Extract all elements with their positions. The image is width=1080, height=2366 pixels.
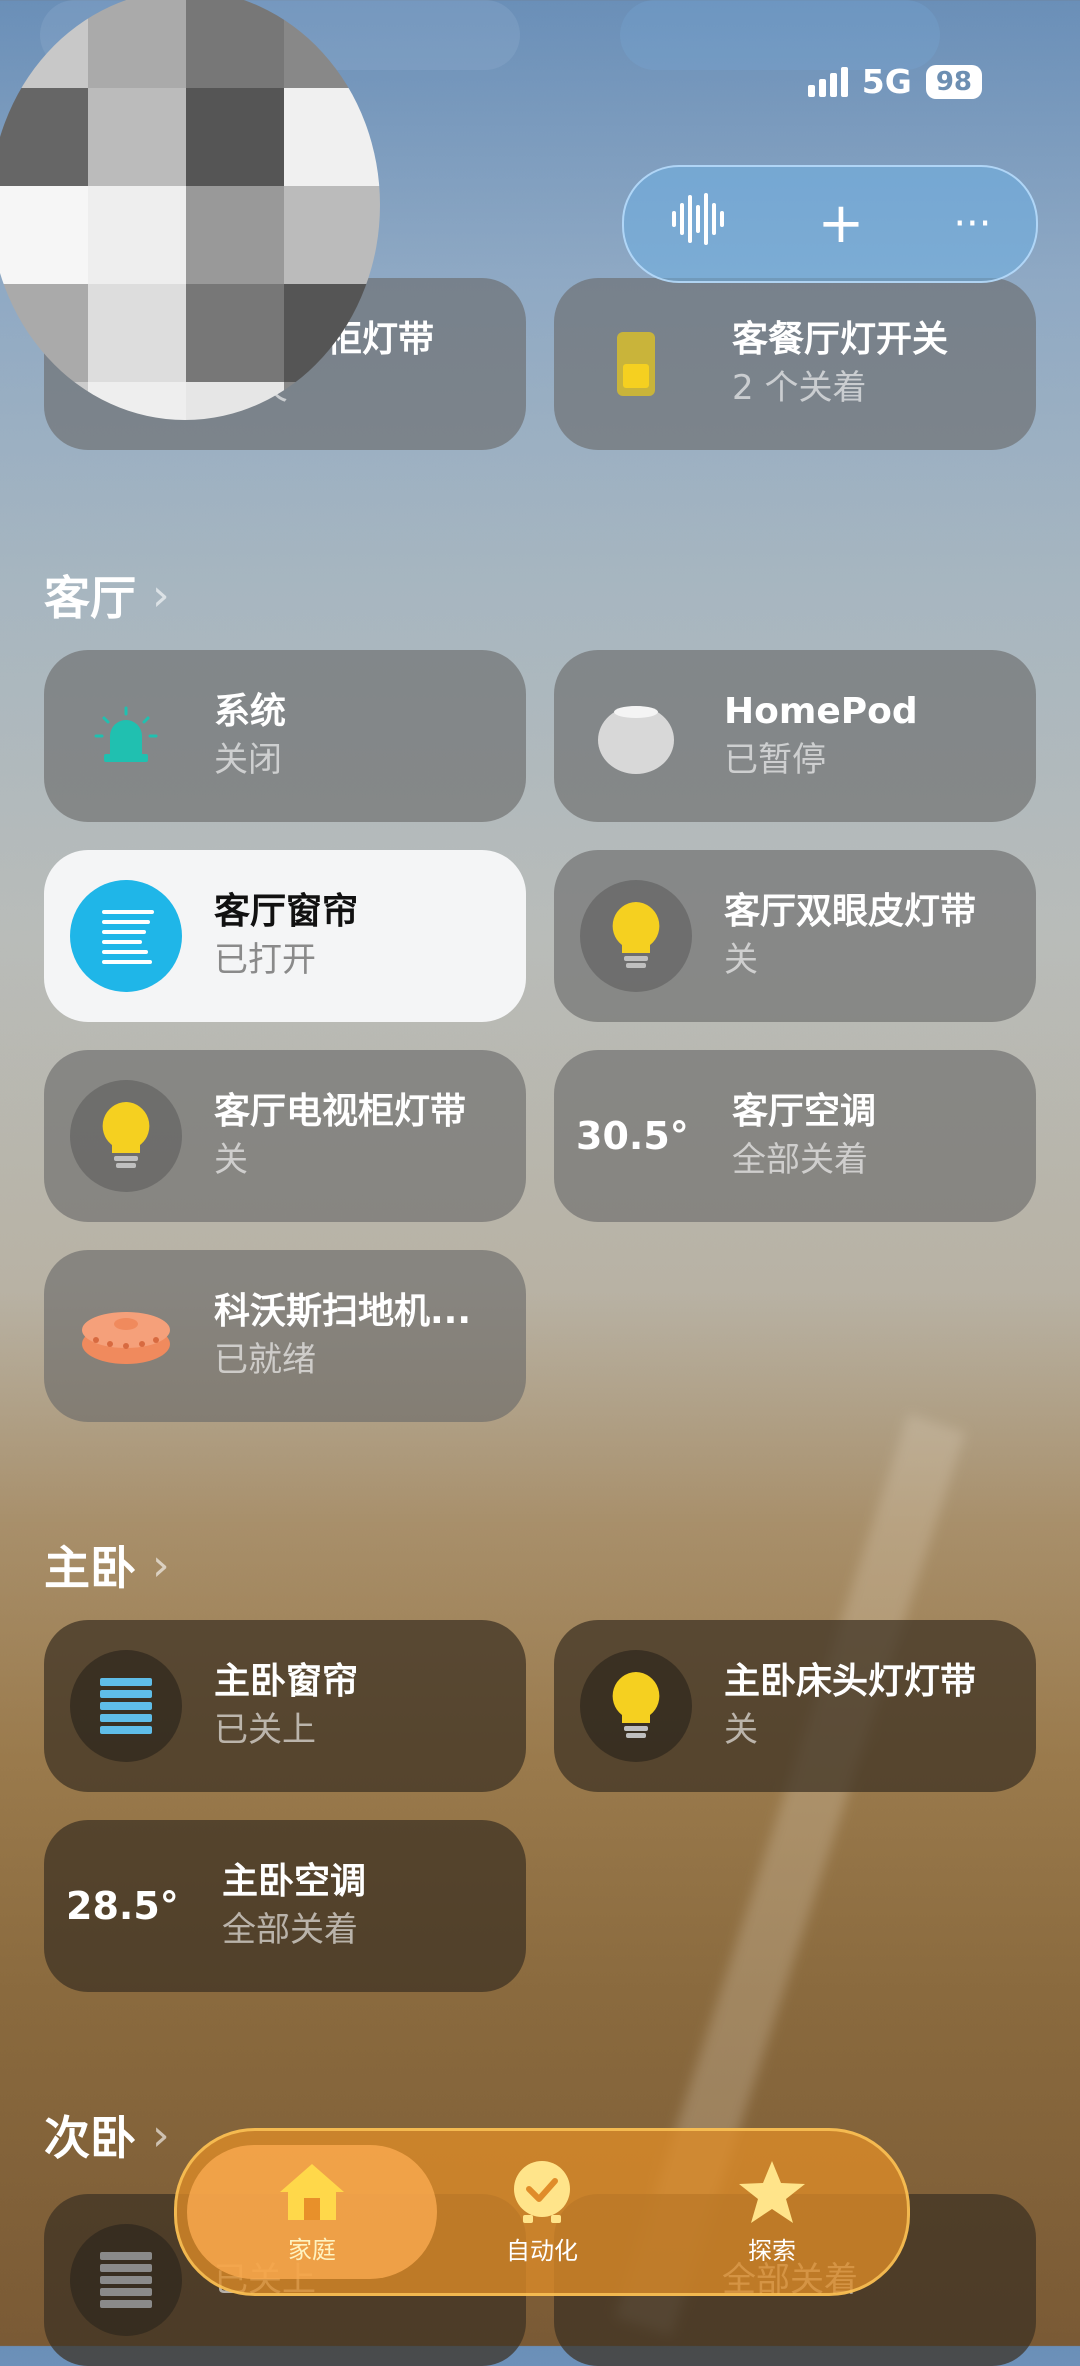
blinds-icon xyxy=(70,1650,182,1762)
section-master-bedroom[interactable]: 主卧 › xyxy=(44,1532,170,1598)
tile-master-bedside-strip[interactable]: 主卧床头灯灯带 关 xyxy=(554,1620,1036,1792)
tile-status: 已暂停 xyxy=(724,740,826,780)
temperature-readout: 30.5° xyxy=(576,1114,689,1158)
tab-label: 自动化 xyxy=(506,2236,578,2265)
section-title: 主卧 xyxy=(44,1541,136,1595)
tile-living-curtain[interactable]: 客厅窗帘 已打开 xyxy=(44,850,526,1022)
tile-master-curtain[interactable]: 主卧窗帘 已关上 xyxy=(44,1620,526,1792)
voice-icon[interactable] xyxy=(668,189,728,259)
alarm-icon xyxy=(70,680,182,792)
blinds-icon xyxy=(70,2224,182,2336)
more-button[interactable]: ··· xyxy=(953,204,991,244)
chevron-right-icon: › xyxy=(152,569,170,621)
tile-status: 已打开 xyxy=(214,940,316,980)
tile-status: 关 xyxy=(724,1710,758,1750)
tile-name: 客餐厅灯开关 xyxy=(732,319,949,360)
tile-name: 主卧床头灯灯带 xyxy=(724,1661,977,1702)
tile-dining-switch[interactable]: 客餐厅灯开关 2 个关着 xyxy=(554,278,1036,450)
tile-name: 主卧空调 xyxy=(222,1861,367,1902)
tile-security-system[interactable]: 系统 关闭 xyxy=(44,650,526,822)
tile-status: 已关上 xyxy=(214,1710,316,1750)
star-icon xyxy=(739,2160,805,2223)
section-title: 客厅 xyxy=(44,571,136,625)
battery-indicator: 98 xyxy=(925,64,982,99)
switch-icon xyxy=(580,331,692,397)
tile-name: 主卧窗帘 xyxy=(214,1661,359,1702)
curtain-icon xyxy=(70,880,182,992)
tab-home[interactable]: 家庭 xyxy=(187,2145,437,2279)
tab-explore[interactable]: 探索 xyxy=(647,2145,897,2279)
tab-automation[interactable]: 自动化 xyxy=(417,2145,667,2279)
section-living-room[interactable]: 客厅 › xyxy=(44,562,170,628)
tile-robot-vacuum[interactable]: 科沃斯扫地机... 已就绪 xyxy=(44,1250,526,1422)
tile-homepod[interactable]: HomePod 已暂停 xyxy=(554,650,1036,822)
chevron-right-icon: › xyxy=(152,2109,170,2161)
lightbulb-icon xyxy=(580,880,692,992)
section-second-bedroom[interactable]: 次卧 › xyxy=(44,2102,170,2168)
tile-living-double-strip[interactable]: 客厅双眼皮灯带 关 xyxy=(554,850,1036,1022)
tile-status: 关 xyxy=(724,940,758,980)
blurred-top-tile-right xyxy=(620,0,940,70)
tile-name: 客厅双眼皮灯带 xyxy=(724,891,977,932)
tab-bar: 家庭 自动化 探索 xyxy=(174,2128,910,2296)
status-bar: 5G 98 xyxy=(807,62,982,101)
clock-check-icon xyxy=(514,2160,570,2223)
tile-master-ac[interactable]: 28.5° 主卧空调 全部关着 xyxy=(44,1820,526,1992)
tile-status: 已就绪 xyxy=(214,1340,316,1380)
tile-name: 客厅窗帘 xyxy=(214,891,359,932)
network-label: 5G xyxy=(861,62,912,101)
tile-living-ac[interactable]: 30.5° 客厅空调 全部关着 xyxy=(554,1050,1036,1222)
tile-name: HomePod xyxy=(724,691,918,732)
chevron-right-icon: › xyxy=(152,1539,170,1591)
tab-label: 探索 xyxy=(748,2236,796,2265)
tile-status: 全部关着 xyxy=(222,1910,358,1950)
section-title: 次卧 xyxy=(44,2111,136,2165)
tile-status: 关闭 xyxy=(214,740,282,780)
tile-living-tv-strip[interactable]: 客厅电视柜灯带 关 xyxy=(44,1050,526,1222)
tab-label: 家庭 xyxy=(288,2235,336,2264)
signal-icon xyxy=(807,66,848,97)
robot-vacuum-icon xyxy=(70,1280,182,1392)
temperature-readout: 28.5° xyxy=(66,1884,179,1928)
add-button[interactable]: + xyxy=(817,196,864,252)
tile-status: 全部关着 xyxy=(732,1140,868,1180)
tile-status: 关 xyxy=(214,1140,248,1180)
tile-name: 科沃斯扫地机... xyxy=(214,1291,472,1332)
top-action-menu: + ··· xyxy=(622,165,1038,283)
house-icon xyxy=(280,2163,344,2220)
tile-name: 系统 xyxy=(214,691,287,732)
tile-name: 客厅电视柜灯带 xyxy=(214,1091,467,1132)
lightbulb-icon xyxy=(580,1650,692,1762)
tile-status: 2 个关着 xyxy=(732,368,867,408)
lightbulb-icon xyxy=(70,1080,182,1192)
homepod-icon xyxy=(580,680,692,792)
tile-name: 客厅空调 xyxy=(732,1091,877,1132)
